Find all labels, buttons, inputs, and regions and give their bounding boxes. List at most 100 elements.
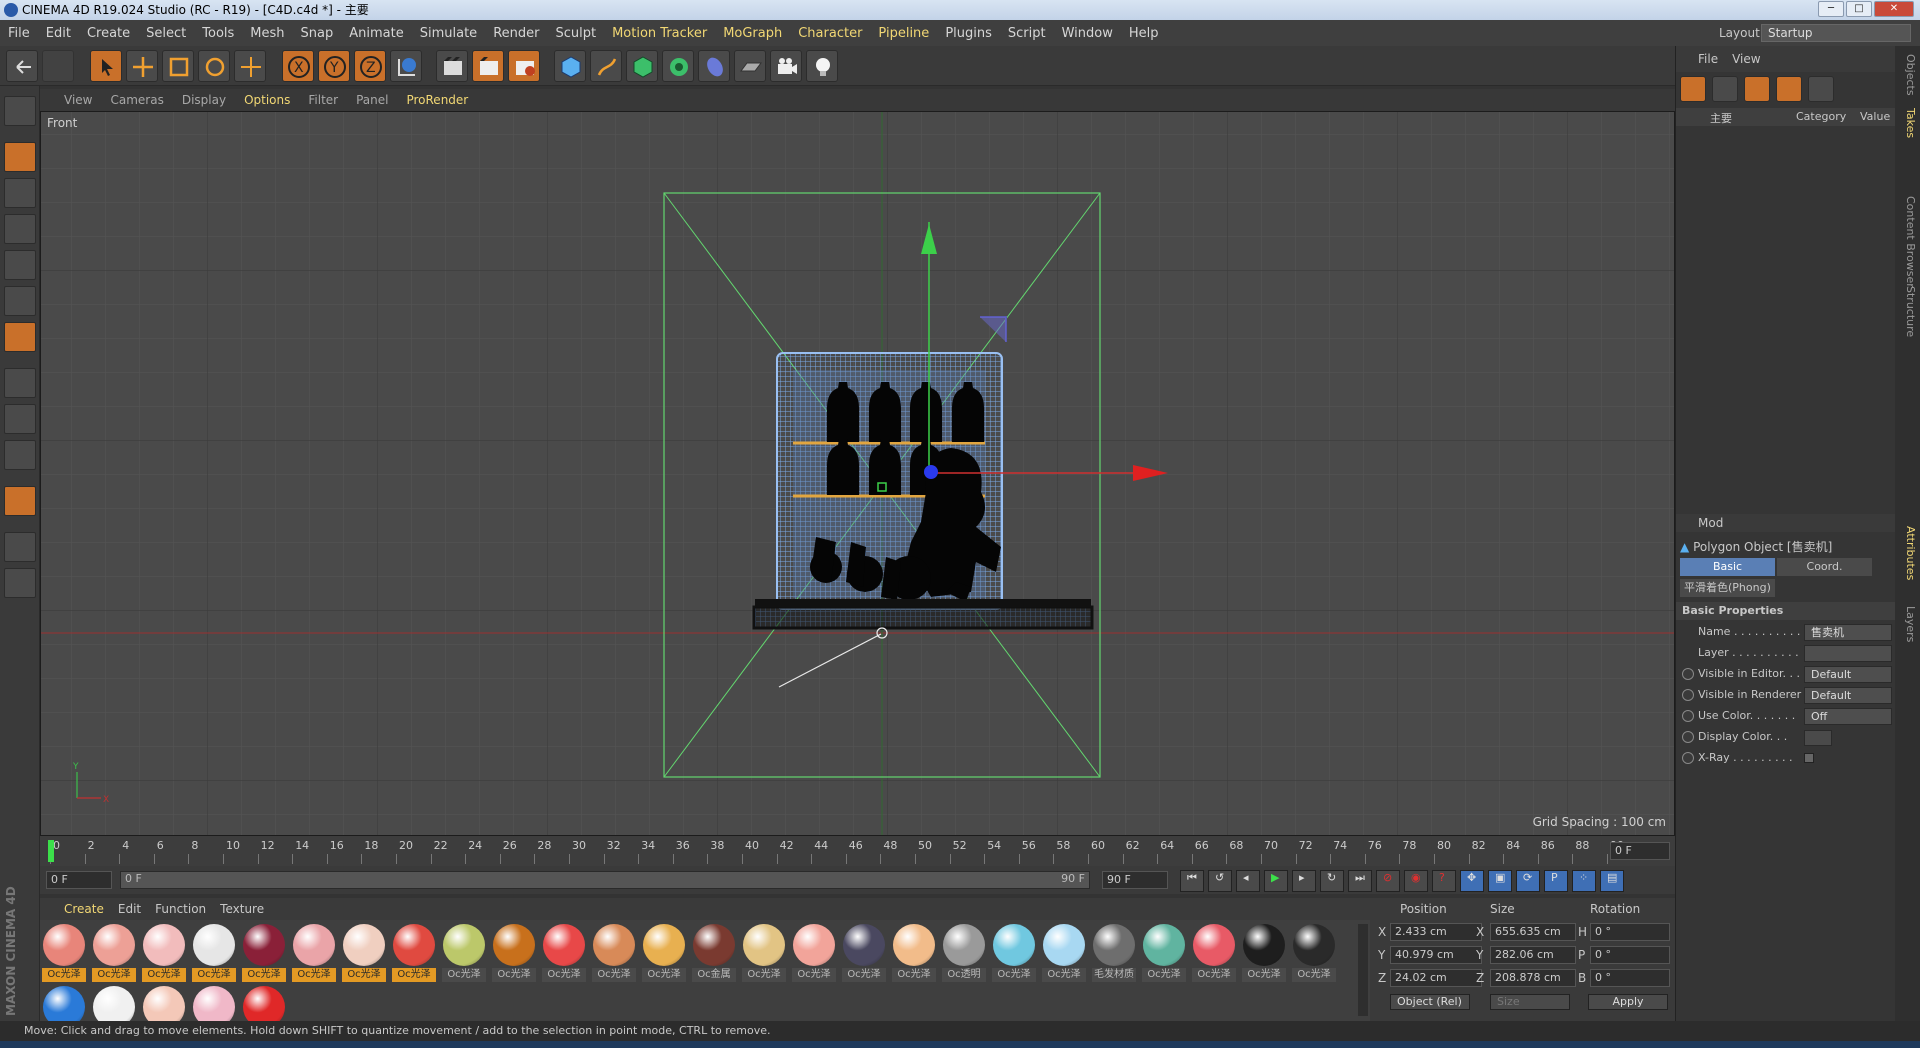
timeline-window-icon[interactable]: ▤ [1600,870,1624,892]
y-axis-lock-icon[interactable]: Y [318,50,350,82]
prop-value-field[interactable]: Default [1804,687,1892,704]
material-swatch[interactable]: Oc光泽 [792,924,836,982]
snap-icon[interactable] [4,440,36,470]
side-tab-content-browser[interactable]: Content Browser [1897,196,1917,288]
material-swatch[interactable]: Oc光泽 [1242,924,1286,982]
select-tool-icon[interactable] [90,50,122,82]
material-menu-edit[interactable]: Edit [118,902,141,916]
menu-tools[interactable]: Tools [202,26,234,41]
workplane-mode-icon[interactable] [4,214,36,244]
next-frame-icon[interactable]: ▸ [1292,870,1316,892]
menu-motion-tracker[interactable]: Motion Tracker [612,26,707,41]
side-tab-objects[interactable]: Objects [1897,54,1917,96]
prop-value-field[interactable]: 售卖机 [1804,624,1892,641]
material-swatch[interactable]: Oc光泽 [742,924,786,982]
new-take-icon[interactable] [1680,76,1706,102]
rotate-tool-icon[interactable] [198,50,230,82]
menu-snap[interactable]: Snap [301,26,334,41]
tab-basic[interactable]: Basic [1680,558,1775,576]
viewport-front[interactable]: Y X Front Grid Spacing : 100 cm ✥ ⇕ ⟲ ▢ [40,111,1675,836]
magnet-icon[interactable] [4,486,36,516]
prop-value-field[interactable]: Off [1804,708,1892,725]
light-icon[interactable] [806,50,838,82]
material-swatch[interactable]: Oc光泽 [1292,924,1336,982]
main-take-label[interactable]: 主要 [1710,110,1732,126]
menu-help[interactable]: Help [1129,26,1159,41]
next-key-icon[interactable]: ↻ [1320,870,1344,892]
rot-p-field[interactable]: 0 ° [1590,946,1670,964]
current-frame-field[interactable]: 0 F [1610,842,1670,860]
menu-animate[interactable]: Animate [349,26,403,41]
transform-tool-icon[interactable] [234,50,266,82]
polygons-mode-icon[interactable] [4,322,36,352]
maximize-button[interactable]: □ [1846,1,1872,17]
lock-workplane-icon[interactable] [4,532,36,562]
animate-radio[interactable] [1682,710,1694,722]
floor-icon[interactable] [734,50,766,82]
tab-coord[interactable]: Coord. [1777,558,1872,576]
key-pla-icon[interactable]: ⁘ [1572,870,1596,892]
size-x-field[interactable]: 655.635 cm [1490,923,1576,941]
end-frame-field[interactable]: 90 F [1102,871,1168,889]
move-tool-icon[interactable] [126,50,158,82]
prop-value-field[interactable]: Default [1804,666,1892,683]
coordinate-mode-dropdown[interactable]: Object (Rel) [1390,994,1470,1010]
prop-value-field[interactable] [1804,645,1892,662]
material-swatch[interactable]: Oc光泽 [1142,924,1186,982]
z-axis-lock-icon[interactable]: Z [354,50,386,82]
playhead[interactable] [48,840,54,862]
menu-render[interactable]: Render [493,26,539,41]
menu-simulate[interactable]: Simulate [420,26,477,41]
menu-plugins[interactable]: Plugins [945,26,992,41]
key-position-icon[interactable]: ✥ [1460,870,1484,892]
menu-script[interactable]: Script [1008,26,1046,41]
render-settings-icon[interactable] [508,50,540,82]
cloner-icon[interactable] [662,50,694,82]
viewport-menu-cameras[interactable]: Cameras [110,93,163,107]
animate-radio[interactable] [1682,731,1694,743]
material-menu-function[interactable]: Function [155,902,206,916]
viewport-menu-panel[interactable]: Panel [356,93,388,107]
menu-window[interactable]: Window [1062,26,1113,41]
animate-radio[interactable] [1682,752,1694,764]
make-editable-icon[interactable] [4,96,36,126]
tweak-mode-icon[interactable] [4,404,36,434]
material-swatch[interactable]: Oc光泽 [892,924,936,982]
key-parameter-icon[interactable]: P [1544,870,1568,892]
display-color-swatch[interactable] [1804,730,1832,746]
material-swatch[interactable]: 毛发材质 [1092,924,1136,982]
undo-button[interactable] [6,50,38,82]
menu-character[interactable]: Character [798,26,862,41]
size-z-field[interactable]: 208.878 cm [1490,969,1576,987]
planar-workplane-icon[interactable] [4,568,36,598]
start-frame-field[interactable]: 0 F [46,871,112,889]
pos-x-field[interactable]: 2.433 cm [1390,923,1482,941]
go-to-start-icon[interactable]: ⏮ [1180,870,1204,892]
viewport-menu-display[interactable]: Display [182,93,226,107]
minimize-button[interactable]: ─ [1818,1,1844,17]
model-mode-icon[interactable] [4,142,36,172]
side-tab-takes[interactable]: Takes [1897,108,1917,138]
material-swatch[interactable]: Oc光泽 [442,924,486,982]
side-tab-structure[interactable]: Structure [1897,286,1917,337]
lock-take-icon[interactable] [1776,76,1802,102]
material-swatch[interactable]: Oc光泽 [492,924,536,982]
layout-dropdown[interactable]: Startup [1761,24,1911,42]
points-mode-icon[interactable] [4,250,36,280]
material-swatch[interactable]: Oc光泽 [92,924,136,982]
side-tab-attributes[interactable]: Attributes [1897,526,1917,580]
rot-b-field[interactable]: 0 ° [1590,969,1670,987]
timeline-ruler[interactable]: 0 2 4 6 8 10 12 14 16 18 20 22 24 26 28 30 32 34 36 38 40 42 4… [40,836,1675,866]
render-to-picture-viewer-icon[interactable] [472,50,504,82]
apply-button[interactable]: Apply [1588,994,1668,1010]
menu-file[interactable]: File [8,26,30,41]
edges-mode-icon[interactable] [4,286,36,316]
menu-mesh[interactable]: Mesh [250,26,284,41]
camera-icon[interactable] [770,50,802,82]
material-swatch[interactable]: Oc光泽 [642,924,686,982]
axis-mode-icon[interactable] [4,368,36,398]
scale-tool-icon[interactable] [162,50,194,82]
redo-button[interactable] [42,50,74,82]
material-swatch[interactable]: Oc光泽 [592,924,636,982]
key-scale-icon[interactable]: ▣ [1488,870,1512,892]
